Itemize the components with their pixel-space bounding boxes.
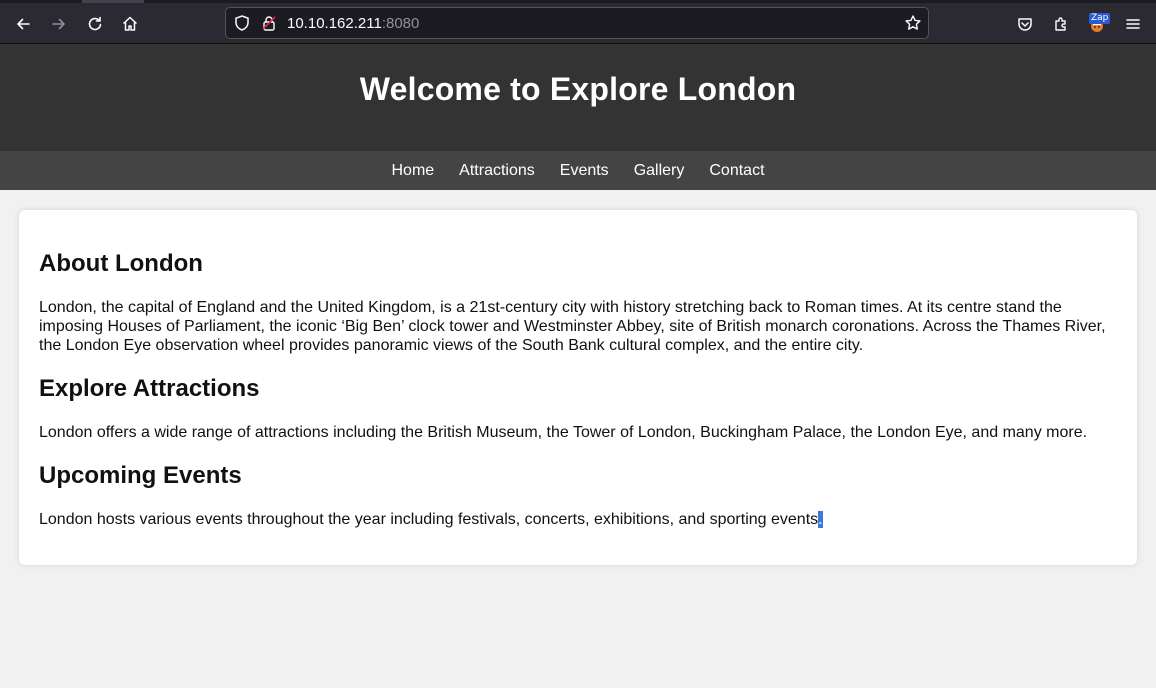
url-host: 10.10.162.211 [287, 15, 382, 32]
back-arrow-icon [17, 18, 30, 30]
insecure-lock-icon[interactable] [260, 14, 278, 32]
main-content-card: About London London, the capital of Engl… [19, 210, 1137, 565]
home-button[interactable] [116, 10, 144, 38]
home-icon [122, 16, 138, 31]
attractions-text: London offers a wide range of attraction… [39, 424, 1088, 441]
hamburger-menu-icon [1126, 19, 1140, 29]
about-heading: About London [39, 250, 203, 277]
nav-gallery[interactable]: Gallery [634, 162, 685, 180]
nav-home[interactable]: Home [391, 162, 434, 180]
about-text: London, the capital of England and the U… [39, 299, 1106, 354]
site-header: Welcome to Explore London [0, 44, 1156, 151]
forward-arrow-icon [52, 18, 65, 30]
reload-icon [88, 16, 102, 31]
back-button[interactable] [9, 10, 37, 38]
shield-icon[interactable] [233, 14, 251, 32]
pocket-icon [1018, 18, 1032, 31]
url-port: :8080 [381, 15, 420, 32]
nav-events[interactable]: Events [560, 162, 609, 180]
site-title: Welcome to Explore London [359, 71, 797, 107]
bookmark-star-icon[interactable] [904, 14, 922, 32]
web-page: Welcome to Explore London Home Attractio… [0, 44, 1156, 688]
events-text-body: London hosts various events throughout t… [39, 511, 819, 528]
reload-button[interactable] [81, 10, 109, 38]
url-text[interactable]: 10.10.162.211:8080 [287, 15, 419, 32]
events-text: London hosts various events throughout t… [39, 510, 1114, 529]
events-heading: Upcoming Events [39, 462, 242, 489]
pocket-button[interactable] [1011, 10, 1039, 38]
forward-button[interactable] [45, 10, 73, 38]
extensions-button[interactable] [1047, 10, 1075, 38]
selected-text: . [818, 511, 823, 528]
zap-badge: Zap [1089, 13, 1111, 24]
puzzle-icon [1055, 17, 1066, 31]
attractions-heading: Explore Attractions [39, 375, 260, 402]
browser-toolbar: 10.10.162.211:8080 Zap [0, 3, 1156, 44]
menu-button[interactable] [1119, 10, 1147, 38]
nav-attractions[interactable]: Attractions [459, 162, 535, 180]
nav-contact[interactable]: Contact [709, 162, 764, 180]
site-nav: Home Attractions Events Gallery Contact [0, 151, 1156, 190]
address-bar[interactable]: 10.10.162.211:8080 [225, 7, 929, 39]
